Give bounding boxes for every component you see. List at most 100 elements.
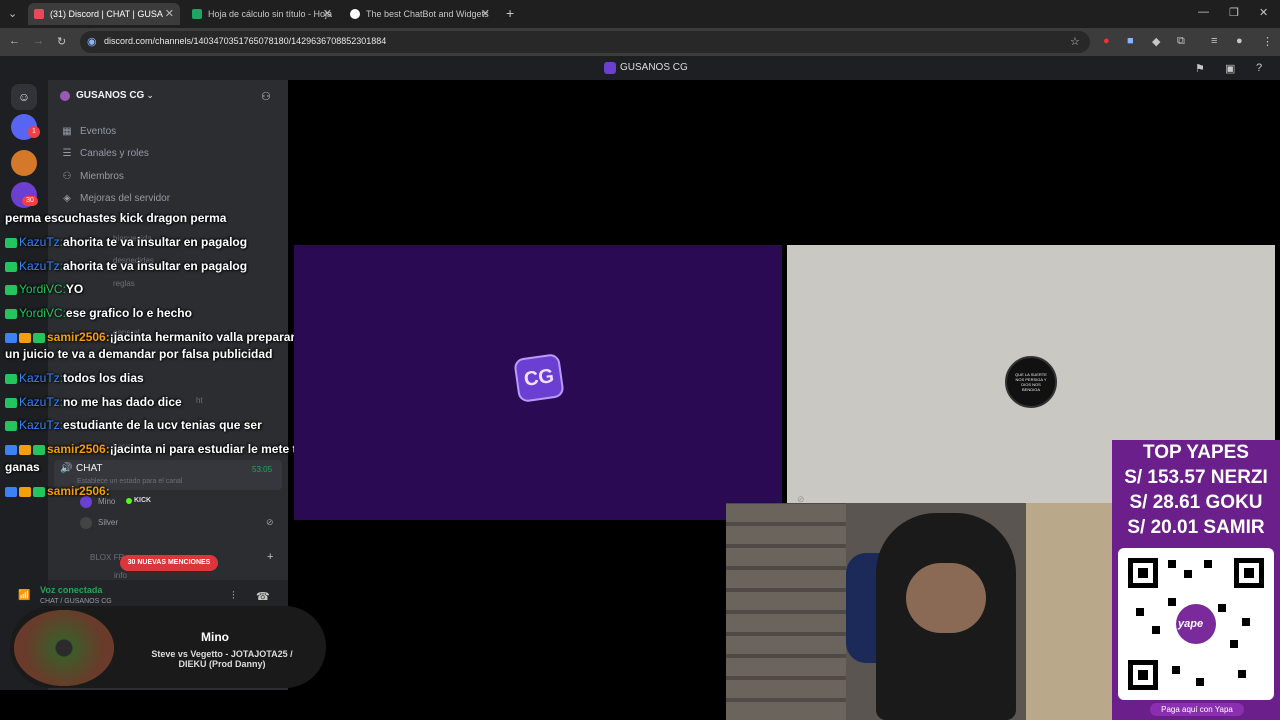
profile-avatar-icon[interactable]: ●	[1236, 35, 1243, 47]
donations-title: TOP YAPES	[1143, 442, 1249, 463]
tab-title: The best ChatBot and Widgets	[366, 9, 489, 19]
window-title: GUSANOS CG	[620, 62, 688, 73]
bookmark-star-icon[interactable]: ☆	[1070, 35, 1080, 48]
album-art	[14, 610, 114, 686]
media-control-icon[interactable]: ≡	[1211, 35, 1217, 47]
crown-badge-icon	[19, 444, 31, 455]
translate-icon[interactable]: ■	[1127, 35, 1134, 47]
reload-icon[interactable]: ↻	[57, 35, 66, 48]
tab-title: Hoja de cálculo sin título - Hoja	[208, 9, 333, 19]
chat-message: YordiVC:ese grafico lo e hecho	[5, 306, 192, 320]
site-info-icon[interactable]: ◉	[87, 35, 97, 48]
chat-message: KazuTz:no me has dado dice	[5, 395, 182, 409]
tab-chatbot[interactable]: The best ChatBot and Widgets ✕	[344, 3, 496, 25]
new-mentions-badge[interactable]: 30 NUEVAS MENCIONES	[120, 555, 218, 571]
now-playing-track: Steve vs Vegetto - JOTAJOTA25 / DIEKU (P…	[151, 649, 293, 669]
tab-title: (31) Discord | CHAT | GUSA	[50, 9, 163, 19]
chat-message: samir2506:¡jacinta ni para estudiar le m…	[5, 442, 328, 456]
subscriber-badge-icon	[5, 420, 17, 431]
donation-entry: S/ 153.57 NERZI	[1124, 467, 1268, 488]
screen-icon[interactable]: ▣	[1225, 62, 1235, 75]
subscriber-badge-icon	[5, 373, 17, 384]
webcam-feed	[726, 503, 1112, 720]
server-header[interactable]: GUSANOS CG ⌄	[60, 90, 154, 101]
window-close-icon[interactable]: ✕	[1259, 6, 1268, 19]
inbox-icon[interactable]: ⚑	[1195, 62, 1205, 75]
subscriber-badge-icon	[5, 237, 17, 248]
url-text: discord.com/channels/1403470351765078180…	[104, 36, 387, 46]
chatbot-favicon-icon	[350, 9, 360, 19]
discord-home-icon[interactable]: ☺	[11, 84, 37, 110]
close-icon[interactable]: ✕	[165, 7, 174, 20]
calendar-icon: ▦	[62, 126, 72, 137]
address-bar[interactable]: ◉ discord.com/channels/14034703517650781…	[80, 31, 1090, 53]
extension-icon[interactable]: ◆	[1152, 35, 1160, 48]
disconnect-icon[interactable]: ☎	[256, 590, 270, 603]
subscriber-badge-icon	[33, 332, 45, 343]
tab-discord[interactable]: (31) Discord | CHAT | GUSA ✕	[28, 3, 180, 25]
add-member-icon[interactable]: ⚇	[261, 90, 271, 103]
new-tab-icon[interactable]: +	[506, 5, 514, 21]
discord-favicon-icon	[34, 9, 44, 19]
sheets-favicon-icon	[192, 9, 202, 19]
chat-message: perma escuchastes kick dragon perma	[5, 211, 227, 225]
add-channel-icon[interactable]: +	[267, 551, 273, 563]
crown-badge-icon	[19, 486, 31, 497]
boost-icon: ◈	[63, 193, 71, 204]
subscriber-badge-icon	[5, 261, 17, 272]
menu-item-boosts[interactable]: ◈ Mejoras del servidor	[60, 193, 170, 204]
crown-badge-icon	[19, 332, 31, 343]
diamond-badge-icon	[5, 308, 17, 319]
pay-with-yape-label: Paga aquí con Yapa	[1150, 703, 1244, 716]
menu-kebab-icon[interactable]: ⋮	[1262, 35, 1273, 48]
notification-badge: 1	[28, 126, 40, 138]
subscriber-badge-icon	[5, 397, 17, 408]
chat-message: KazuTz:todos los dias	[5, 371, 144, 385]
server-name: GUSANOS CG	[76, 90, 145, 101]
extensions-puzzle-icon[interactable]: ⧉	[1177, 35, 1185, 48]
signal-icon: 📶	[18, 590, 31, 601]
voice-member-name[interactable]: Mino	[98, 497, 115, 506]
help-icon[interactable]: ?	[1256, 62, 1262, 74]
server-icon	[604, 62, 616, 74]
close-icon[interactable]: ✕	[481, 7, 490, 20]
subscriber-badge-icon	[33, 444, 45, 455]
donation-entry: S/ 20.01 SAMIR	[1127, 517, 1265, 538]
maximize-icon[interactable]: ❐	[1229, 6, 1239, 19]
list-icon: ☰	[62, 148, 72, 159]
chat-message: KazuTz:estudiante de la ucv tenias que s…	[5, 418, 262, 432]
wanted-posters	[1026, 503, 1112, 720]
sword-badge-icon	[5, 444, 17, 455]
tab-search-icon[interactable]: ⌄	[8, 7, 17, 20]
forward-icon[interactable]: →	[33, 35, 44, 47]
back-icon[interactable]: ←	[9, 35, 20, 47]
menu-item-events[interactable]: ▦ Eventos	[60, 126, 116, 137]
channel-info[interactable]: info	[114, 571, 127, 580]
voice-status-title[interactable]: Voz conectada	[40, 585, 102, 595]
sword-badge-icon	[5, 486, 17, 497]
user-avatar-seal: QUE LA SUERTE NOS PERSIGA Y DIOS NOS BEN…	[1005, 356, 1057, 408]
live-dot-icon	[126, 498, 132, 504]
extension-icon[interactable]: ●	[1103, 35, 1110, 47]
diamond-badge-icon	[5, 284, 17, 295]
browser-tab-bar: ⌄ (31) Discord | CHAT | GUSA ✕ Hoja de c…	[0, 0, 1280, 28]
channel-blox-fruits[interactable]: BLOX FR	[90, 553, 124, 562]
channel-fragment[interactable]: ht	[196, 396, 203, 405]
voice-member-name[interactable]: Silver	[98, 518, 118, 527]
now-playing-artist: Mino	[201, 630, 229, 644]
payment-qr-code: yape	[1118, 548, 1274, 700]
menu-item-members[interactable]: ⚇ Miembros	[60, 171, 124, 182]
voice-timer: 53:05	[252, 465, 273, 474]
voice-status-subtitle: CHAT / GUSANOS CG	[40, 598, 112, 605]
close-icon[interactable]: ✕	[323, 7, 332, 20]
tab-sheets[interactable]: Hoja de cálculo sin título - Hoja ✕	[186, 3, 338, 25]
avatar	[80, 517, 92, 529]
server-icon[interactable]	[11, 150, 37, 176]
chat-message: KazuTz:ahorita te va insultar en pagalog	[5, 235, 247, 249]
minimize-icon[interactable]: —	[1198, 6, 1209, 18]
menu-item-channels-roles[interactable]: ☰ Canales y roles	[60, 148, 149, 159]
noise-suppression-icon[interactable]: ⫶	[232, 590, 235, 603]
channel-reglas[interactable]: reglas	[113, 279, 135, 288]
subscriber-badge-icon	[33, 486, 45, 497]
chat-message: samir2506:	[5, 484, 110, 498]
